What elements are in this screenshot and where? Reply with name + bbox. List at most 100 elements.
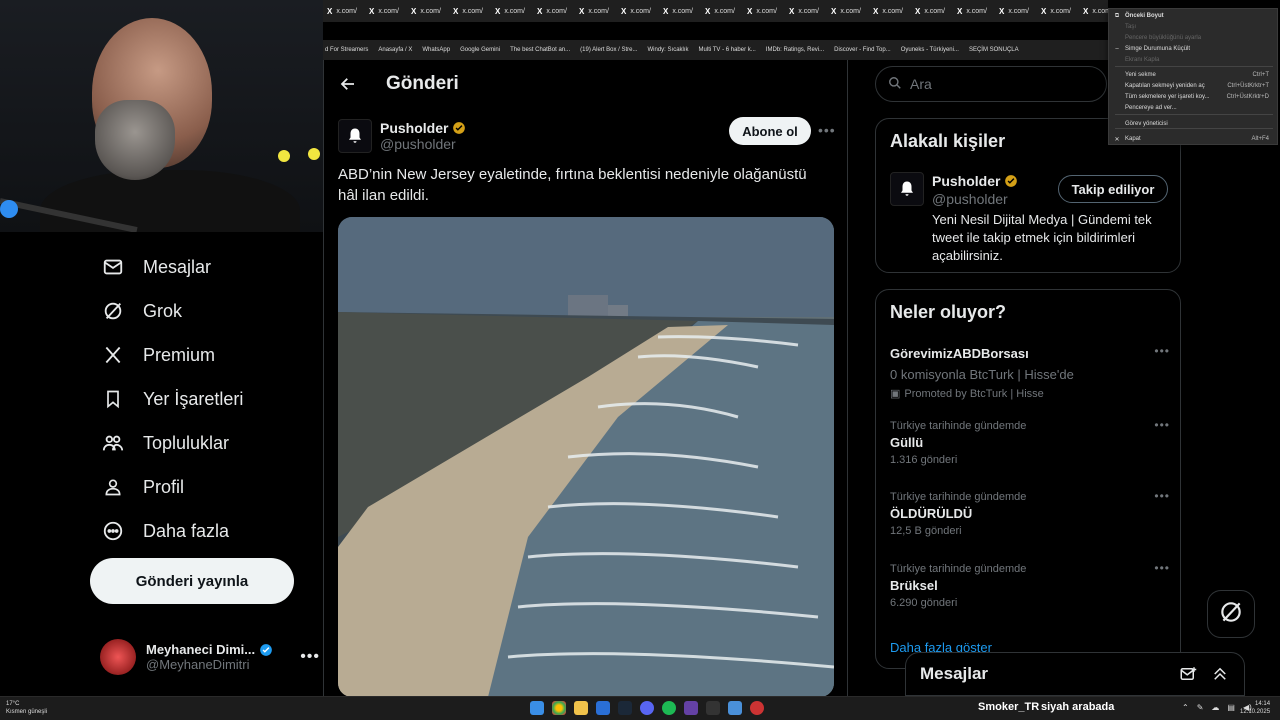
taskbar-clock[interactable]: 14:14 12.10.2025 [1240,700,1270,716]
more-dots-icon[interactable]: ••• [818,122,836,138]
context-menu-item[interactable]: ✕ Kapat Alt+F4 [1109,134,1279,144]
trend-item-promoted[interactable]: GörevimizABDBorsası 0 komisyonla BtcTurk… [890,344,1170,400]
context-menu-item[interactable]: Yeni sekme Ctrl+T [1109,70,1279,80]
folder-icon[interactable] [574,701,588,715]
browser-tab[interactable]: Xx.com/ [369,7,407,16]
windows-start-icon[interactable] [530,701,544,715]
browser-tab[interactable]: Xx.com/ [453,7,491,16]
twitch-icon[interactable] [684,701,698,715]
more-dots-icon[interactable]: ••• [1154,418,1170,432]
steam-icon[interactable] [618,701,632,715]
sidebar-item-premium[interactable]: Premium [90,333,320,377]
post-button[interactable]: Gönderi yayınla [90,558,294,604]
browser-tab[interactable]: Xx.com/ [831,7,869,16]
pen-icon[interactable]: ✎ [1197,703,1204,712]
account-switcher[interactable]: Meyhaneci Dimi... @MeyhaneDimitri ••• [100,636,320,678]
context-menu-item[interactable]: Ekranı Kapla [1109,55,1279,65]
browser-tab[interactable]: Xx.com/ [999,7,1037,16]
panel-title: Alakalı kişiler [890,131,1006,151]
more-dots-icon[interactable]: ••• [300,648,320,666]
sidebar-item-messages[interactable]: Mesajlar [90,245,320,289]
trends-panel: Neler oluyor? GörevimizABDBorsası 0 komi… [875,289,1181,669]
more-dots-icon[interactable]: ••• [1154,489,1170,503]
bookmark-item[interactable]: d For Streamers [325,47,368,53]
app-icon[interactable] [728,701,742,715]
clock-time: 14:14 [1255,701,1271,707]
browser-tab[interactable]: Xx.com/ [411,7,449,16]
related-name-row[interactable]: Pusholder [932,173,1018,189]
app-icon[interactable] [596,701,610,715]
following-button[interactable]: Takip ediliyor [1058,175,1168,203]
bookmark-item[interactable]: IMDb: Ratings, Revi... [766,47,824,53]
wifi-icon[interactable]: ▤ [1227,703,1235,712]
browser-tab[interactable]: Xx.com/ [621,7,659,16]
browser-tab[interactable]: Xx.com/ [747,7,785,16]
browser-tab[interactable]: Xx.com/ [1041,7,1079,16]
spotify-icon[interactable] [662,701,676,715]
search-input[interactable]: Ara [875,66,1107,102]
browser-tab[interactable]: Xx.com/ [1083,7,1108,16]
browser-tab[interactable]: Xx.com/ [873,7,911,16]
post-image[interactable] [338,217,834,697]
weather-widget[interactable]: 17°C Kısmen güneşli [6,700,47,716]
bookmark-item[interactable]: WhatsApp [422,47,450,53]
more-dots-icon[interactable]: ••• [1154,344,1170,358]
browser-tab[interactable]: Xx.com/ [663,7,701,16]
chevron-up-double-icon[interactable] [1210,664,1230,684]
browser-tab[interactable]: Xx.com/ [495,7,533,16]
new-message-icon[interactable] [1178,664,1198,684]
sidebar-item-bookmarks[interactable]: Yer İşaretleri [90,377,320,421]
subscribe-button[interactable]: Abone ol [729,117,811,145]
context-menu-item[interactable]: Taşı [1109,22,1279,32]
sidebar-item-grok[interactable]: Grok [90,289,320,333]
trend-item[interactable]: Türkiye tarihinde gündemde ÖLDÜRÜLDÜ 12,… [890,489,1170,537]
browser-tab[interactable]: Xx.com/ [327,7,365,16]
bell-icon[interactable] [890,172,924,206]
messages-drawer[interactable]: Mesajlar [905,652,1245,696]
app-icon[interactable] [750,701,764,715]
context-menu-item[interactable]: Pencereye ad ver... [1109,103,1279,113]
trend-item[interactable]: Türkiye tarihinde gündemde Brüksel 6.290… [890,561,1170,609]
context-menu-item[interactable]: Kapatılan sekmeyi yeniden aç Ctrl+ÜstKrkt… [1109,81,1279,91]
back-arrow-icon[interactable] [330,66,366,102]
bookmark-item[interactable]: Windy: Sıcaklık [648,47,689,53]
more-dots-icon[interactable]: ••• [1154,561,1170,575]
grok-fab-button[interactable] [1207,590,1255,638]
obs-icon[interactable] [706,701,720,715]
sidebar-item-profile[interactable]: Profil [90,465,320,509]
x-favicon-icon: X [705,6,711,16]
menu-item-label: Yeni sekme [1125,72,1156,78]
context-menu-item[interactable]: Pencere büyüklüğünü ayarla [1109,33,1279,43]
discord-icon[interactable] [640,701,654,715]
context-menu-item[interactable]: ⧉ Önceki Boyut [1109,11,1279,21]
cloud-icon[interactable]: ☁ [1211,703,1219,712]
browser-tab[interactable]: Xx.com/ [705,7,743,16]
bookmark-item[interactable]: Google Gemini [460,47,500,53]
context-menu-item[interactable]: Tüm sekmelere yer işareti koy... Ctrl+Üst… [1109,92,1279,102]
sidebar-item-more[interactable]: Daha fazla [90,509,320,553]
browser-tab[interactable]: Xx.com/ [957,7,995,16]
tab-label: x.com/ [1050,7,1071,15]
bookmark-item[interactable]: Anasayfa / X [378,47,412,53]
sidebar-item-communities[interactable]: Topluluklar [90,421,320,465]
bookmark-item[interactable]: Discover - Find Top... [834,47,891,53]
browser-tab[interactable]: Xx.com/ [579,7,617,16]
tab-label: x.com/ [924,7,945,15]
bookmark-item[interactable]: Multi TV - 6 haber k... [699,47,756,53]
trend-title: Brüksel [890,578,938,593]
context-menu-item[interactable]: – Simge Durumuna Küçült [1109,44,1279,54]
bookmark-icon [102,388,124,410]
bookmark-item[interactable]: (19) Alert Box / Stre... [580,47,637,53]
now-playing-text: siyah arabada [1041,701,1115,713]
bookmark-item[interactable]: SEÇİM SONUÇLA [969,47,1019,53]
browser-tab[interactable]: Xx.com/ [789,7,827,16]
menu-item-shortcut: Ctrl+ÜstKrktr+D [1226,94,1269,100]
page-title: Gönderi [386,73,459,94]
bookmark-item[interactable]: The best ChatBot an... [510,47,570,53]
browser-tab[interactable]: Xx.com/ [537,7,575,16]
chrome-icon[interactable] [552,701,566,715]
browser-tab[interactable]: Xx.com/ [915,7,953,16]
bookmark-item[interactable]: Oyuneks - Türkiyeni... [901,47,959,53]
chevron-up-icon[interactable]: ⌃ [1182,703,1189,712]
trend-item[interactable]: Türkiye tarihinde gündemde Güllü 1.316 g… [890,418,1170,466]
